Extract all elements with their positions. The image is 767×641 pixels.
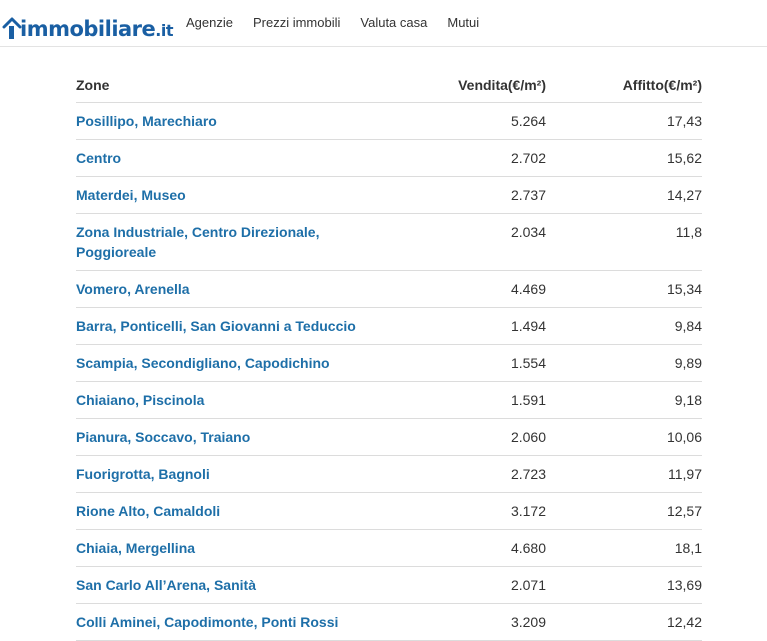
- sale-price: 3.209: [366, 603, 546, 641]
- zone-link[interactable]: Vomero, Arenella: [76, 279, 190, 299]
- header-sale: Vendita(€/m²): [366, 68, 546, 103]
- sale-price: 2.702: [366, 139, 546, 177]
- rent-price: 9,84: [546, 307, 702, 345]
- table-row: Fuorigrotta, Bagnoli 2.723 11,97: [76, 455, 702, 493]
- brand-name: immobiliare: [20, 17, 156, 41]
- rent-price: 12,57: [546, 492, 702, 530]
- table-row: Posillipo, Marechiaro 5.264 17,43: [76, 102, 702, 140]
- table-row: Chiaia, Mergellina 4.680 18,1: [76, 529, 702, 567]
- table-row: Colli Aminei, Capodimonte, Ponti Rossi 3…: [76, 603, 702, 641]
- table-row: Zona Industriale, Centro Direzionale, Po…: [76, 213, 702, 271]
- rent-price: 17,43: [546, 102, 702, 140]
- rent-price: 9,89: [546, 344, 702, 382]
- zone-link[interactable]: Zona Industriale, Centro Direzionale, Po…: [76, 222, 361, 262]
- sale-price: 1.591: [366, 381, 546, 419]
- rent-price: 15,62: [546, 139, 702, 177]
- zone-link[interactable]: Chiaiano, Piscinola: [76, 390, 204, 410]
- zone-prices-table: Zone Vendita(€/m²) Affitto(€/m²) Posilli…: [76, 68, 702, 641]
- table-row: Barra, Ponticelli, San Giovanni a Teducc…: [76, 307, 702, 345]
- zone-link[interactable]: San Carlo All’Arena, Sanità: [76, 575, 256, 595]
- zone-link[interactable]: Barra, Ponticelli, San Giovanni a Teducc…: [76, 316, 356, 336]
- house-icon: [2, 17, 22, 39]
- nav-mutui[interactable]: Mutui: [447, 14, 479, 32]
- sale-price: 4.680: [366, 529, 546, 567]
- nav-valuta-casa[interactable]: Valuta casa: [360, 14, 427, 32]
- header-rent: Affitto(€/m²): [546, 68, 702, 103]
- nav-agenzie[interactable]: Agenzie: [186, 14, 233, 32]
- sale-price: 2.737: [366, 176, 546, 214]
- rent-price: 14,27: [546, 176, 702, 214]
- nav-prezzi-immobili[interactable]: Prezzi immobili: [253, 14, 340, 32]
- top-header: immobiliare.it Agenzie Prezzi immobili V…: [0, 0, 767, 47]
- rent-price: 13,69: [546, 566, 702, 604]
- table-row: Rione Alto, Camaldoli 3.172 12,57: [76, 492, 702, 530]
- sale-price: 2.034: [366, 213, 546, 271]
- table-row: Pianura, Soccavo, Traiano 2.060 10,06: [76, 418, 702, 456]
- zone-link[interactable]: Rione Alto, Camaldoli: [76, 501, 220, 521]
- zone-link[interactable]: Scampia, Secondigliano, Capodichino: [76, 353, 330, 373]
- table-row: Materdei, Museo 2.737 14,27: [76, 176, 702, 214]
- table-row: Vomero, Arenella 4.469 15,34: [76, 270, 702, 308]
- rent-price: 10,06: [546, 418, 702, 456]
- rent-price: 11,97: [546, 455, 702, 493]
- sale-price: 1.554: [366, 344, 546, 382]
- sale-price: 2.723: [366, 455, 546, 493]
- rent-price: 12,42: [546, 603, 702, 641]
- sale-price: 5.264: [366, 102, 546, 140]
- header-zone: Zone: [76, 68, 366, 103]
- zone-link[interactable]: Materdei, Museo: [76, 185, 186, 205]
- zone-link[interactable]: Chiaia, Mergellina: [76, 538, 195, 558]
- main-nav: Agenzie Prezzi immobili Valuta casa Mutu…: [186, 14, 499, 32]
- sale-price: 2.071: [366, 566, 546, 604]
- sale-price: 3.172: [366, 492, 546, 530]
- zone-link[interactable]: Posillipo, Marechiaro: [76, 111, 217, 131]
- rent-price: 15,34: [546, 270, 702, 308]
- rent-price: 11,8: [546, 213, 702, 271]
- table-row: San Carlo All’Arena, Sanità 2.071 13,69: [76, 566, 702, 604]
- rent-price: 9,18: [546, 381, 702, 419]
- table-header-row: Zone Vendita(€/m²) Affitto(€/m²): [76, 68, 702, 103]
- brand-logo[interactable]: immobiliare.it: [2, 8, 174, 41]
- table-row: Centro 2.702 15,62: [76, 139, 702, 177]
- table-row: Chiaiano, Piscinola 1.591 9,18: [76, 381, 702, 419]
- brand-tld: .it: [155, 21, 174, 40]
- table-row: Scampia, Secondigliano, Capodichino 1.55…: [76, 344, 702, 382]
- rent-price: 18,1: [546, 529, 702, 567]
- zone-link[interactable]: Centro: [76, 148, 121, 168]
- sale-price: 1.494: [366, 307, 546, 345]
- zone-link[interactable]: Pianura, Soccavo, Traiano: [76, 427, 250, 447]
- sale-price: 2.060: [366, 418, 546, 456]
- zone-link[interactable]: Fuorigrotta, Bagnoli: [76, 464, 210, 484]
- sale-price: 4.469: [366, 270, 546, 308]
- zone-link[interactable]: Colli Aminei, Capodimonte, Ponti Rossi: [76, 612, 338, 632]
